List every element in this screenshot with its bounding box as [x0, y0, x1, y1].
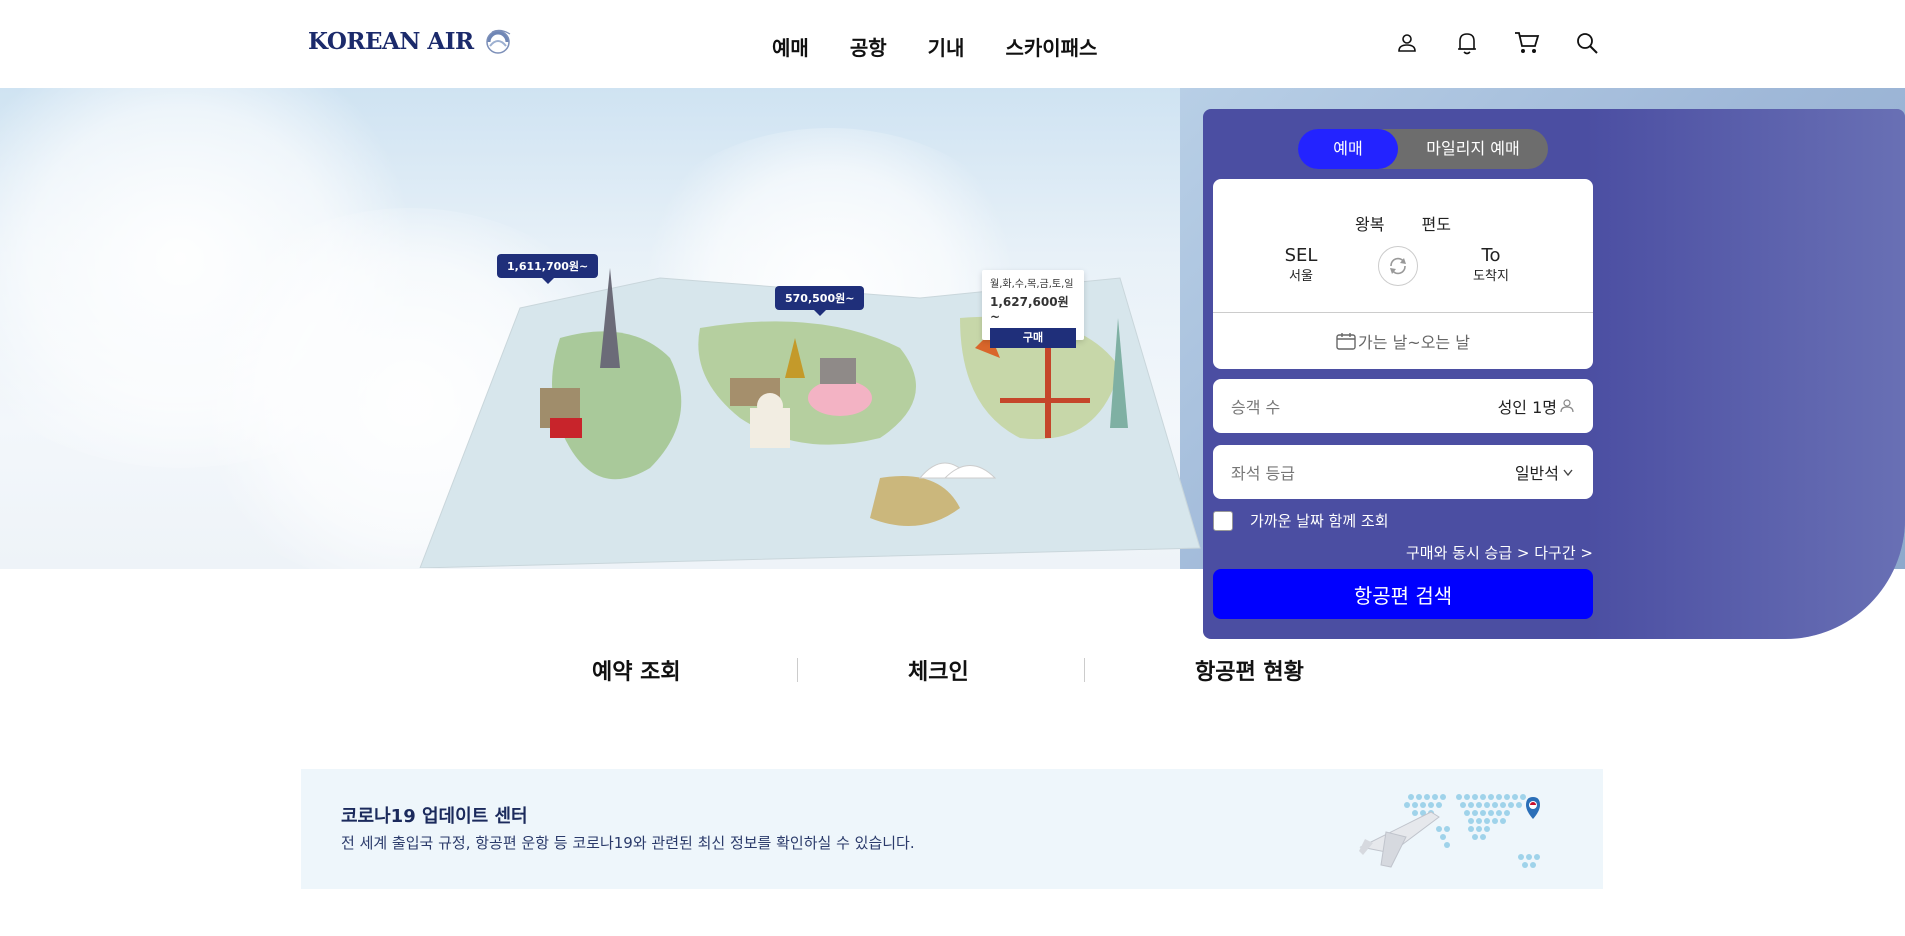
tab-mileage-booking[interactable]: 마일리지 예매 [1398, 129, 1548, 169]
chevron-down-icon [1563, 469, 1573, 477]
travel-date-field[interactable]: 가는 날~오는 날 [1213, 313, 1593, 369]
reservation-lookup-link[interactable]: 예약 조회 [592, 654, 681, 686]
tab-booking[interactable]: 예매 [1298, 129, 1398, 169]
flight-status-link[interactable]: 항공편 현황 [1195, 654, 1304, 686]
quick-link-divider [1084, 658, 1085, 682]
check-in-link[interactable]: 체크인 [908, 654, 969, 686]
route-card: 왕복 편도 SEL 서울 To 도착지 가는 날~오는 날 [1213, 179, 1593, 369]
korean-air-logo[interactable]: KOREAN AIR [308, 26, 514, 56]
special-fare-days: 월,화,수,목,금,토,일 [990, 279, 1074, 290]
trip-type-roundtrip[interactable]: 왕복 [1355, 211, 1384, 235]
covid-banner-title: 코로나19 업데이트 센터 [341, 806, 528, 827]
calendar-icon [1336, 333, 1356, 350]
nearby-dates-row: 가까운 날짜 함께 조회 [1213, 510, 1389, 531]
covid-update-banner[interactable]: 코로나19 업데이트 센터 전 세계 출입국 규정, 항공편 운항 등 코로나1… [301, 769, 1603, 889]
trip-type-oneway[interactable]: 편도 [1422, 211, 1451, 235]
cart-icon[interactable] [1512, 28, 1542, 58]
swap-airports-button[interactable] [1378, 246, 1418, 286]
nav-item-airport[interactable]: 공항 [850, 32, 887, 61]
destination-code: To [1481, 245, 1501, 266]
trip-type-selector: 왕복 편도 [1213, 211, 1593, 235]
bell-icon[interactable] [1452, 28, 1482, 58]
destination-airport[interactable]: To 도착지 [1461, 245, 1521, 285]
page: KOREAN AIR 예매 공항 기내 스카이패스 1,611,700원~ 57… [0, 0, 1905, 936]
special-fare-price: 1,627,600원~ [990, 295, 1069, 324]
origin-airport[interactable]: SEL 서울 [1271, 245, 1331, 285]
passenger-label: 승객 수 [1231, 398, 1281, 417]
travel-date-placeholder: 가는 날~오는 날 [1358, 333, 1470, 352]
passenger-value: 성인 1명 [1497, 398, 1557, 417]
header: KOREAN AIR 예매 공항 기내 스카이패스 [0, 0, 1905, 88]
upgrade-link[interactable]: 구매와 동시 승급 > [1406, 544, 1529, 562]
nav-item-skypass[interactable]: 스카이패스 [1005, 32, 1097, 61]
quick-links: 예약 조회 체크인 항공편 현황 [530, 654, 1350, 688]
nearby-dates-label: 가까운 날짜 함께 조회 [1250, 512, 1389, 530]
seat-class-value-wrap: 일반석 [1515, 460, 1575, 484]
passenger-field[interactable]: 승객 수 성인 1명 [1213, 379, 1593, 433]
quick-link-divider [797, 658, 798, 682]
origin-code: SEL [1284, 245, 1318, 266]
header-icons [1392, 28, 1602, 58]
taegeuk-emblem-icon [485, 29, 510, 54]
booking-panel: 예매 마일리지 예매 왕복 편도 SEL 서울 To 도착지 가는 날~오는 날… [1203, 109, 1905, 639]
booking-mode-toggle: 예매 마일리지 예매 [1298, 129, 1548, 169]
search-icon[interactable] [1572, 28, 1602, 58]
price-tag-europe[interactable]: 1,611,700원~ [497, 254, 599, 284]
destination-city: 도착지 [1473, 269, 1509, 284]
passenger-value-wrap: 성인 1명 [1498, 394, 1575, 418]
multi-city-link[interactable]: 다구간 > [1534, 544, 1593, 562]
covid-banner-description: 전 세계 출입국 규정, 항공편 운항 등 코로나19와 관련된 최신 정보를 … [341, 834, 915, 852]
world-map-airplane-illustration [1359, 794, 1540, 868]
person-icon [1560, 399, 1574, 413]
special-fare-buy-button[interactable]: 구매 [990, 328, 1076, 348]
special-fare-card[interactable]: 월,화,수,목,금,토,일 1,627,600원~ 구매 [982, 270, 1084, 348]
booking-links: 구매와 동시 승급 > 다구간 > [1213, 542, 1593, 563]
nav-item-booking[interactable]: 예매 [772, 32, 809, 61]
nav-item-inflight[interactable]: 기내 [928, 32, 965, 61]
main-nav: 예매 공항 기내 스카이패스 [772, 32, 1097, 61]
price-tag-asia[interactable]: 570,500원~ [775, 286, 865, 316]
logo-wordmark: KOREAN AIR [308, 27, 474, 55]
nearby-dates-checkbox[interactable] [1213, 510, 1233, 531]
origin-city: 서울 [1289, 269, 1313, 284]
seat-class-field[interactable]: 좌석 등급 일반석 [1213, 445, 1593, 499]
seat-class-label: 좌석 등급 [1231, 464, 1295, 483]
user-icon[interactable] [1392, 28, 1422, 58]
flight-search-button[interactable]: 항공편 검색 [1213, 569, 1593, 619]
seat-class-value: 일반석 [1514, 464, 1559, 483]
swap-icon [1390, 257, 1406, 275]
